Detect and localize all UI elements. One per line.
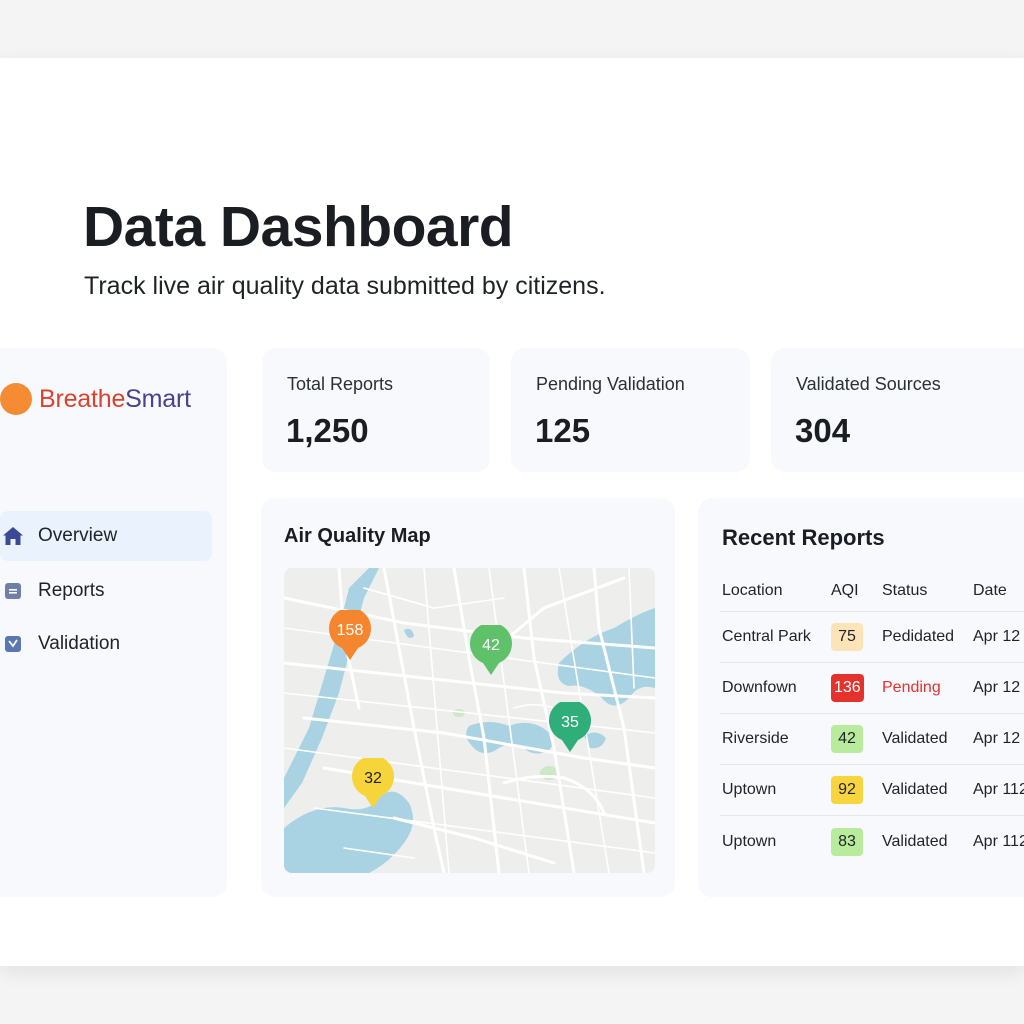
- recent-reports-title: Recent Reports: [722, 525, 885, 550]
- sidebar-item-validation[interactable]: Validation: [0, 619, 212, 669]
- document-icon: [2, 580, 24, 602]
- table-row[interactable]: Downfown 136 Pending Apr 12: [720, 663, 1024, 714]
- stat-value: 304: [795, 412, 851, 449]
- row-location: Uptown: [722, 832, 777, 850]
- row-date: Apr 12: [973, 730, 1021, 747]
- row-date: Apr 112: [973, 832, 1024, 850]
- page-title: Data Dashboard: [83, 195, 514, 259]
- air-quality-map-panel: Air Quality Map 158 42 35 32: [261, 498, 675, 897]
- air-quality-map[interactable]: 158 42 35 32: [284, 568, 655, 873]
- sidebar-item-label: Reports: [38, 580, 105, 601]
- dashboard-page: Data Dashboard Track live air quality da…: [0, 58, 1024, 966]
- map-title: Air Quality Map: [284, 525, 431, 547]
- row-aqi: 136: [831, 663, 864, 713]
- column-header-location[interactable]: Location: [722, 570, 783, 611]
- row-date: Apr 12: [973, 628, 1021, 645]
- aqi-badge: 42: [831, 725, 863, 753]
- map-marker[interactable]: 42: [470, 622, 512, 675]
- row-location: Uptown: [722, 781, 777, 798]
- stat-card-total-reports: Total Reports 1,250: [262, 348, 490, 472]
- map-marker[interactable]: 158: [329, 607, 371, 660]
- row-status: Validated: [882, 832, 948, 850]
- map-marker-label: 35: [561, 714, 579, 731]
- aqi-badge: 83: [831, 827, 863, 856]
- row-status: Pedidated: [882, 628, 955, 645]
- map-marker-label: 32: [364, 770, 382, 787]
- map-marker[interactable]: 32: [352, 755, 394, 808]
- page-subtitle: Track live air quality data submitted by…: [84, 272, 606, 300]
- brand-name-part1: Breathe: [39, 384, 126, 413]
- map-marker-label: 42: [482, 637, 500, 654]
- stat-value: 125: [535, 412, 591, 449]
- aqi-badge: 136: [831, 674, 864, 702]
- check-square-icon: [2, 633, 24, 655]
- table-row[interactable]: Uptown 83 Validated Apr 112: [720, 816, 1024, 867]
- stat-label: Pending Validation: [536, 374, 685, 394]
- row-aqi: 42: [831, 714, 863, 764]
- sidebar: BreatheSmart Overview Reports Validation: [0, 348, 227, 897]
- sidebar-item-overview[interactable]: Overview: [0, 511, 212, 561]
- stat-label: Validated Sources: [796, 374, 941, 394]
- stat-value: 1,250: [286, 412, 369, 449]
- aqi-badge: 92: [831, 776, 863, 804]
- column-header-aqi[interactable]: AQI: [831, 570, 859, 611]
- map-marker-label: 158: [336, 622, 364, 639]
- table-row[interactable]: Riverside 42 Validated Apr 12: [720, 714, 1024, 765]
- table-row[interactable]: Uptown 92 Validated Apr 112: [720, 765, 1024, 816]
- row-status: Validated: [882, 730, 948, 747]
- brand-name-part2: Smart: [125, 384, 191, 413]
- row-location: Central Park: [722, 628, 811, 645]
- brand-name: BreatheSmart: [39, 385, 191, 414]
- row-aqi: 75: [831, 612, 863, 662]
- aqi-badge: 75: [831, 623, 863, 651]
- column-header-date[interactable]: Date: [973, 570, 1007, 611]
- map-marker[interactable]: 35: [549, 699, 591, 752]
- row-status: Validated: [882, 781, 948, 798]
- row-aqi: 92: [831, 765, 863, 815]
- row-status: Pending: [882, 679, 941, 696]
- brand-logo[interactable]: BreatheSmart: [0, 383, 191, 415]
- stat-label: Total Reports: [287, 374, 394, 394]
- sidebar-item-label: Validation: [38, 633, 121, 654]
- stat-card-pending-validation: Pending Validation 125: [511, 348, 750, 472]
- row-date: Apr 112: [973, 781, 1024, 798]
- row-location: Riverside: [722, 730, 789, 747]
- brand-dot-icon: [0, 383, 32, 415]
- row-aqi: 83: [831, 816, 863, 867]
- row-date: Apr 12: [973, 679, 1021, 696]
- table-header-row: Location AQI Status Date: [720, 570, 1024, 612]
- row-location: Downfown: [722, 679, 797, 696]
- sidebar-item-reports[interactable]: Reports: [0, 566, 212, 616]
- recent-reports-table: Location AQI Status Date Central Park 75…: [720, 570, 1024, 867]
- sidebar-item-label: Overview: [38, 525, 118, 546]
- table-row[interactable]: Central Park 75 Pedidated Apr 12: [720, 612, 1024, 663]
- stat-card-validated-sources: Validated Sources 304: [771, 348, 1024, 472]
- recent-reports-panel: Recent Reports Location AQI Status Date …: [698, 498, 1024, 897]
- column-header-status[interactable]: Status: [882, 570, 927, 611]
- home-icon: [2, 525, 24, 547]
